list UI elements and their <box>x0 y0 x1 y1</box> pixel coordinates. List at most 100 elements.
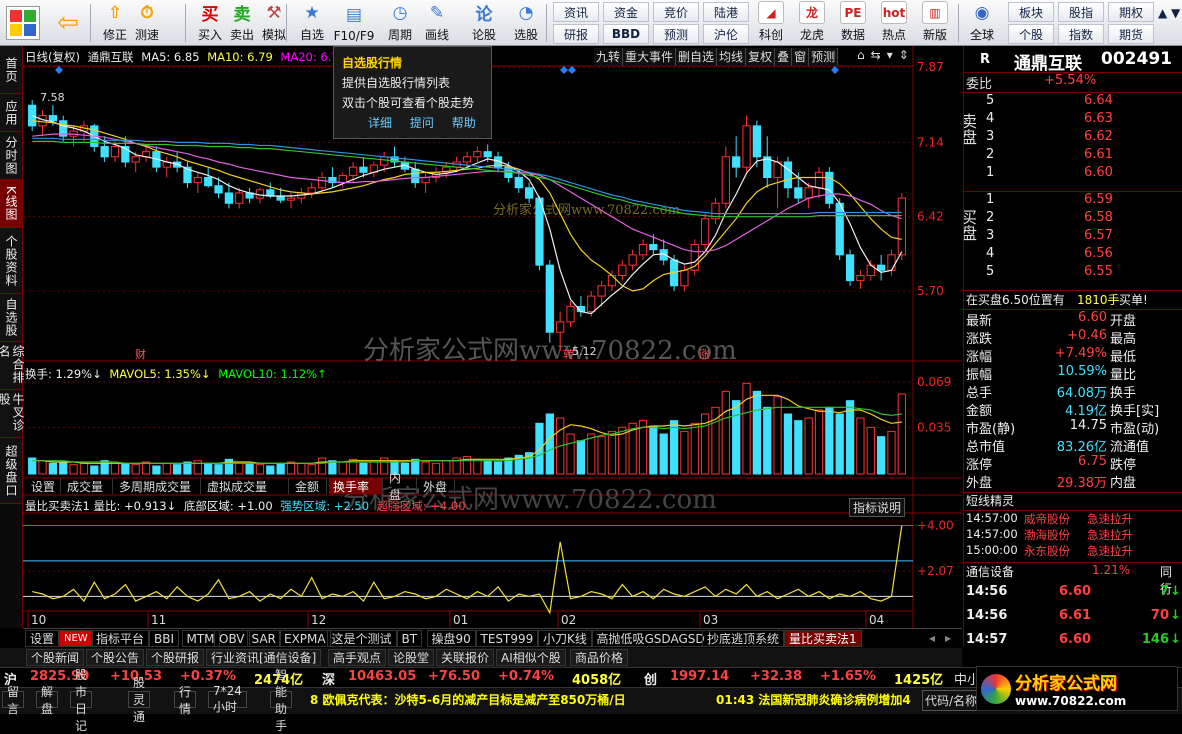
toolbar-link-资金[interactable]: 资金 <box>603 2 649 22</box>
ask-row[interactable]: 4 6.63 <box>964 111 1182 129</box>
indicator-tab-12[interactable]: 小刀K线 <box>538 630 592 647</box>
news-ticker-2[interactable]: 01:43 法国新冠肺炎确诊病例增加4 <box>716 691 921 708</box>
indicator-tab-13[interactable]: 高抛低吸GSDAGSD <box>591 630 710 647</box>
indicator-tab-5[interactable]: OBV <box>214 630 250 647</box>
volume-tab-0[interactable]: 设置 <box>27 478 61 494</box>
info-tab-3[interactable]: 行业资讯[通信设备] <box>206 649 322 666</box>
bid-row[interactable]: 3 6.57 <box>964 228 1182 246</box>
bid-row[interactable]: 4 6.56 <box>964 246 1182 264</box>
toolbar-link-资讯[interactable]: 资讯 <box>553 2 599 22</box>
toolbar-link-个股[interactable]: 个股 <box>1008 24 1054 44</box>
indicator-tab-9[interactable]: BT <box>396 630 423 647</box>
finance-marker[interactable]: 财 <box>135 347 146 361</box>
toolbar-button-1[interactable]: ⏱ 测速 <box>130 1 164 45</box>
indicator-tab-10[interactable]: 操盘90 <box>426 630 476 647</box>
news-ticker-1[interactable]: 8 欧佩克代表：沙特5-6月的减产目标是减产至850万桶/日 <box>310 691 626 708</box>
info-tab-2[interactable]: 个股研报 <box>146 649 205 666</box>
toolbar-button-科创[interactable]: ◢ 科创 <box>752 1 790 45</box>
code-search-tab[interactable]: 代码/名称 <box>922 690 981 711</box>
status-item-5[interactable]: 7*24小时 <box>208 684 247 714</box>
indicator-tab-15[interactable]: 量比买卖法1 <box>784 630 862 647</box>
event-diamond-icon[interactable] <box>560 66 568 74</box>
toolbar-link-预测[interactable]: 预测 <box>653 24 699 44</box>
indicator-tab-2[interactable]: 指标平台 <box>91 630 150 647</box>
kline-chart-canvas[interactable]: 7.877.146.425.700.0690.035+4.00+2.07分析家公… <box>23 46 962 628</box>
volume-tab-7[interactable]: 外盘 <box>419 478 455 494</box>
industry-row[interactable]: 通信设备 1.21% 同行 <box>964 562 1182 596</box>
volume-tab-6[interactable]: 内盘 <box>385 471 417 502</box>
ask-row[interactable]: 2 6.61 <box>964 147 1182 165</box>
volume-tab-5[interactable]: 换手率 <box>329 478 383 494</box>
toolbar-button-9[interactable]: 论论股 <box>467 1 501 45</box>
info-tab-1[interactable]: 个股公告 <box>86 649 145 666</box>
toolbar-more-icon[interactable]: ▲ ▼ <box>1158 4 1180 22</box>
toolbar-button-新版[interactable]: ▥ 新版 <box>916 1 954 45</box>
left-tab-1[interactable]: 应用 <box>0 94 22 132</box>
chart-tab-2[interactable]: 删自选 <box>676 48 718 66</box>
rise-marker[interactable]: 涨 <box>699 348 710 361</box>
bid-row[interactable]: 5 6.55 <box>964 264 1182 282</box>
indicator-help-button[interactable]: 指标说明 <box>849 498 906 517</box>
left-tab-4[interactable]: 个股资料 <box>0 228 22 294</box>
tooltip-help-link[interactable]: 帮助 <box>452 116 476 130</box>
toolbar-button-8[interactable]: ✎ 画线 <box>420 1 454 45</box>
toolbar-button-3[interactable]: 卖卖出 <box>225 1 259 45</box>
indicator-tab-8[interactable]: 这是个测试 <box>326 630 397 647</box>
left-tab-5[interactable]: 自选股 <box>0 294 22 342</box>
info-tab-0[interactable]: 个股新闻 <box>26 649 85 666</box>
indicator-tab-14[interactable]: 抄底逃顶系统 <box>702 630 785 647</box>
left-tab-6[interactable]: 综合排名 <box>0 342 25 390</box>
info-tab-7[interactable]: AI相似个股 <box>496 649 566 666</box>
chart-tab-6[interactable]: 窗 <box>792 48 810 66</box>
chart-tab-7[interactable]: 预测 <box>809 48 839 66</box>
info-tab-4[interactable]: 高手观点 <box>328 649 387 666</box>
toolbar-link-股指[interactable]: 股指 <box>1058 2 1104 22</box>
ask-row[interactable]: 3 6.62 <box>964 129 1182 147</box>
left-tab-0[interactable]: 首页 <box>0 46 22 94</box>
volume-tab-3[interactable]: 虚拟成交量 <box>203 478 289 494</box>
swap-icon[interactable]: ⇆ <box>871 48 881 62</box>
watchlist-button[interactable]: ★ 自选 <box>295 1 329 45</box>
ask-row[interactable]: 5 6.64 <box>964 93 1182 111</box>
toolbar-link-研报[interactable]: 研报 <box>553 24 599 44</box>
toolbar-button-6[interactable]: ▤ F10/F9 <box>334 1 375 45</box>
status-item-0[interactable]: 留言 <box>2 685 25 716</box>
toolbar-button-2[interactable]: 买买入 <box>193 1 227 45</box>
indicator-tab-6[interactable]: SAR <box>246 630 281 647</box>
status-item-3[interactable]: 股灵通 <box>128 676 151 724</box>
bid-row[interactable]: 2 6.58 <box>964 210 1182 228</box>
info-tab-5[interactable]: 论股堂 <box>388 649 435 666</box>
toolbar-button-龙虎[interactable]: 龙龙虎 <box>793 1 831 45</box>
status-item-6[interactable]: 智能助手 <box>270 668 293 733</box>
chart-tab-1[interactable]: 重大事件 <box>623 48 677 66</box>
left-tab-8[interactable]: 超级盘口 <box>0 438 22 504</box>
left-tab-3[interactable]: K线图 <box>0 180 22 228</box>
toolbar-link-BBD[interactable]: BBD <box>603 24 649 44</box>
left-tab-2[interactable]: 分时图 <box>0 132 22 180</box>
index-quote-2[interactable]: 创 1997.14 +32.38 +1.65% 1425亿 <box>640 669 958 688</box>
left-tab-7[interactable]: 牛叉诊股 <box>0 390 25 438</box>
volume-tab-2[interactable]: 多周期成交量 <box>115 478 201 494</box>
status-item-4[interactable]: 行情 <box>174 685 197 716</box>
toolbar-button-7[interactable]: ◷ 周期 <box>383 1 417 45</box>
global-button[interactable]: ◉ 全球 <box>962 1 1002 45</box>
app-logo[interactable] <box>6 6 40 40</box>
chart-tab-3[interactable]: 均线 <box>717 48 747 66</box>
indicator-tab-11[interactable]: TEST999 <box>475 630 539 647</box>
status-item-2[interactable]: 股市日记 <box>70 668 93 733</box>
indicator-tab-3[interactable]: BBI <box>149 630 180 647</box>
status-item-1[interactable]: 解盘 <box>36 685 59 716</box>
lock-icon[interactable]: ⌂ <box>857 48 865 62</box>
short-elf-title[interactable]: 短线精灵 <box>964 492 1182 510</box>
toolbar-link-竞价[interactable]: 竞价 <box>653 2 699 22</box>
toolbar-button-0[interactable]: ⇧ 修正 <box>98 1 132 45</box>
toolbar-link-沪伦[interactable]: 沪伦 <box>703 24 749 44</box>
short-elf-row[interactable]: 15:00:00 永东股份 急速拉升 <box>964 543 1182 561</box>
index-quote-1[interactable]: 深 10463.05 +76.50 +0.74% 4058亿 <box>318 669 636 688</box>
volume-tab-1[interactable]: 成交量 <box>63 478 113 494</box>
back-button[interactable]: ⇦ <box>50 5 86 41</box>
toolbar-link-期权[interactable]: 期权 <box>1108 2 1154 22</box>
toolbar-link-指数[interactable]: 指数 <box>1058 24 1104 44</box>
toolbar-button-数据[interactable]: PE 数据 <box>834 1 872 45</box>
tab-scroll-left-icon[interactable]: ◂ <box>929 631 935 645</box>
